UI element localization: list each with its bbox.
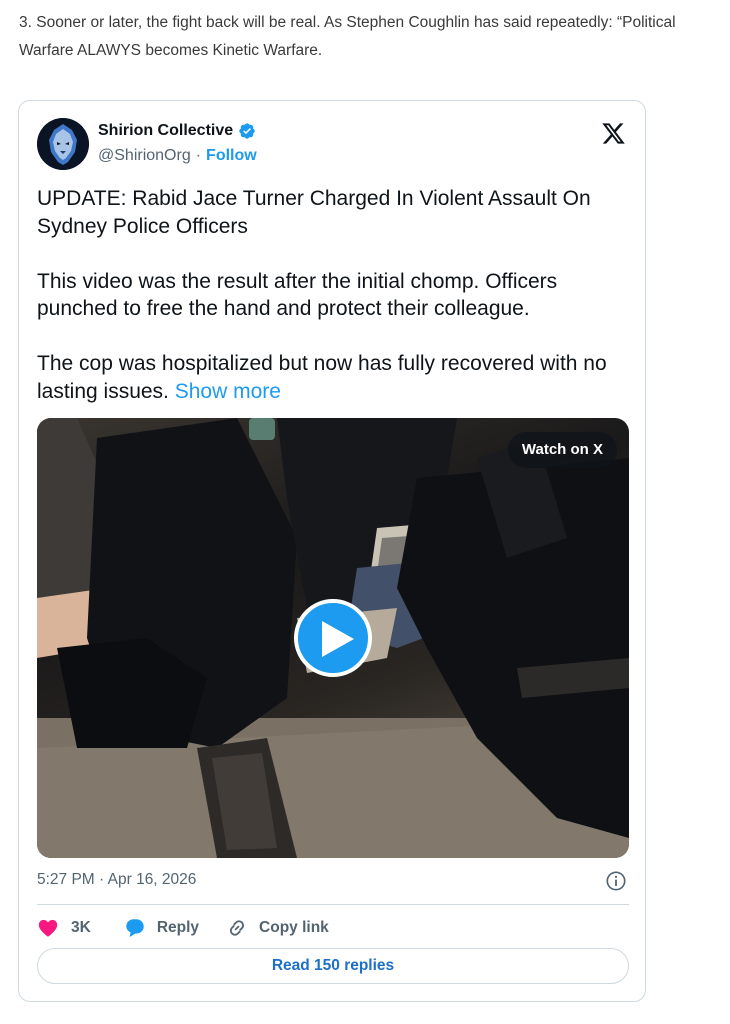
embedded-tweet[interactable]: Shirion Collective @ShirionOrg · Follow …	[18, 100, 646, 1002]
x-logo-icon[interactable]	[600, 121, 627, 146]
play-button[interactable]	[294, 599, 372, 677]
reply-button[interactable]: Reply	[124, 917, 199, 939]
timestamp[interactable]: 5:27 PM · Apr 16, 2026	[37, 871, 196, 889]
tweet-paragraph-text: The cop was hospitalized but now has ful…	[37, 352, 607, 403]
tweet-actions: 3K Reply Copy link	[37, 915, 329, 941]
reply-label: Reply	[156, 919, 200, 936]
handle-row: @ShirionOrg · Follow	[98, 147, 257, 165]
reply-bubble-icon	[126, 919, 144, 937]
tweet-text: UPDATE: Rabid Jace Turner Charged In Vio…	[37, 185, 637, 405]
show-more-link[interactable]: Show more	[175, 380, 281, 403]
tweet-paragraph: This video was the result after the init…	[37, 269, 558, 321]
like-button[interactable]: 3K	[37, 917, 91, 939]
avatar[interactable]	[37, 118, 89, 170]
intro-paragraph: 3. Sooner or later, the fight back will …	[19, 14, 676, 59]
separator-dot: ·	[195, 147, 202, 164]
info-icon[interactable]	[605, 870, 627, 892]
author-name-row[interactable]: Shirion Collective	[98, 122, 256, 140]
likes-count: 3K	[71, 919, 91, 936]
watch-on-x-button[interactable]: Watch on X	[507, 432, 617, 468]
divider	[37, 904, 629, 905]
tweet-paragraph: UPDATE: Rabid Jace Turner Charged In Vio…	[37, 187, 591, 238]
read-replies-button[interactable]: Read 150 replies	[37, 948, 629, 984]
tweet-paragraph-last: The cop was hospitalized but now has ful…	[37, 350, 637, 405]
heart-icon	[38, 919, 58, 937]
link-icon	[229, 920, 245, 936]
author-name[interactable]: Shirion Collective	[98, 122, 233, 140]
author-handle[interactable]: @ShirionOrg	[98, 147, 191, 165]
copy-link-label: Copy link	[259, 919, 329, 936]
copy-link-button[interactable]: Copy link	[226, 917, 329, 939]
video-thumbnail[interactable]: Watch on X	[37, 418, 629, 858]
follow-button[interactable]: Follow	[206, 147, 257, 165]
verified-badge-icon	[239, 123, 255, 139]
play-icon	[322, 621, 354, 657]
